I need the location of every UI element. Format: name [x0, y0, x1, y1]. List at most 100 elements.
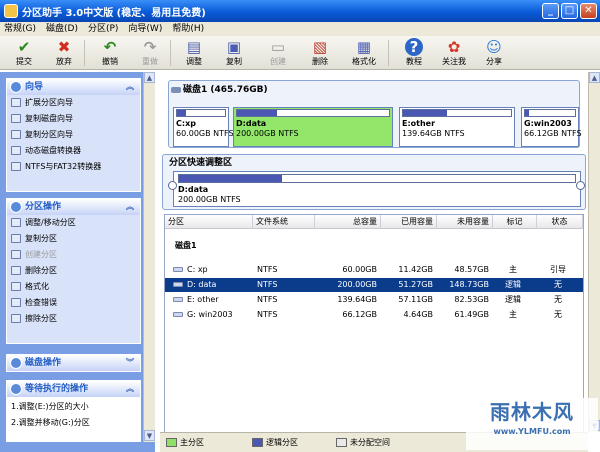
- col-total[interactable]: 总容量: [315, 215, 381, 229]
- sidebar-item-format[interactable]: 格式化: [7, 279, 140, 295]
- toolbar-label: 教程: [406, 57, 422, 66]
- partition-usage-bar: [176, 109, 226, 117]
- collapse-icon[interactable]: ︽: [126, 199, 134, 215]
- sidebar-item-copy-disk-wizard[interactable]: 复制磁盘向导: [7, 111, 140, 127]
- col-used[interactable]: 已用容量: [381, 215, 437, 229]
- partition-size: 200.00GB NTFS: [236, 129, 299, 138]
- scroll-up-icon[interactable]: ▲: [144, 72, 155, 83]
- pending-operation[interactable]: 2.调整并移动(G:)分区: [7, 415, 140, 431]
- partition-icon: [173, 312, 183, 317]
- sidebar-item-label: 扩展分区向导: [25, 98, 73, 107]
- partition-size: 60.00GB NTFS: [176, 129, 234, 138]
- toolbar-cross-button[interactable]: ✖ 放弃: [46, 38, 82, 68]
- collapse-icon[interactable]: ︽: [126, 381, 134, 397]
- scroll-down-icon[interactable]: ▼: [144, 430, 155, 441]
- pending-operation[interactable]: 1.调整(E:)分区的大小: [7, 399, 140, 415]
- disk-group-row: 磁盘1: [165, 239, 583, 253]
- toolbar-label: 放弃: [56, 57, 72, 66]
- create-partition-icon: [11, 250, 21, 259]
- partition-size: 139.64GB NTFS: [402, 129, 465, 138]
- sidebar-item-dynamic-disk[interactable]: 动态磁盘转换器: [7, 143, 140, 159]
- cell-status: 无: [554, 295, 562, 304]
- wizard-panel-header[interactable]: 向导 ︽: [7, 79, 140, 95]
- legend-item: 未分配空间: [336, 437, 390, 449]
- disk-map-partition[interactable]: C:xp 60.00GB NTFS: [173, 107, 234, 147]
- partition-ops-title: 分区操作: [25, 202, 62, 212]
- toolbar-label: 调整: [186, 57, 202, 66]
- partition-name: E:other: [402, 119, 436, 128]
- expand-icon[interactable]: ︾: [126, 355, 134, 371]
- left-resize-handle[interactable]: [168, 181, 177, 190]
- legend-label: 主分区: [180, 438, 204, 447]
- right-resize-handle[interactable]: [576, 181, 585, 190]
- sidebar-item-check-errors[interactable]: 检查错误: [7, 295, 140, 311]
- toolbar-label: 格式化: [352, 57, 376, 66]
- sidebar-item-resize-move[interactable]: 调整/移动分区: [7, 215, 140, 231]
- menu-disk[interactable]: 磁盘(D): [46, 22, 78, 36]
- sidebar-item-delete-partition[interactable]: 删除分区: [7, 263, 140, 279]
- toolbar-redo-button[interactable]: ↷ 重做: [132, 38, 168, 68]
- maximize-button[interactable]: □: [561, 3, 578, 19]
- toolbar-share-button[interactable]: ☺ 分享: [476, 38, 512, 68]
- menu-partition[interactable]: 分区(P): [88, 22, 118, 36]
- menu-help[interactable]: 帮助(H): [172, 22, 204, 36]
- partition-ops-header[interactable]: 分区操作 ︽: [7, 199, 140, 215]
- col-status[interactable]: 状态: [537, 215, 583, 229]
- sidebar-item-copy-partition-wizard[interactable]: 复制分区向导: [7, 127, 140, 143]
- cross-icon: ✖: [57, 38, 71, 56]
- dynamic-disk-icon: [11, 146, 21, 155]
- minimize-button[interactable]: _: [542, 3, 559, 19]
- close-button[interactable]: ✕: [580, 3, 597, 19]
- toolbar-help-button[interactable]: ? 教程: [396, 38, 432, 68]
- redo-icon: ↷: [143, 38, 157, 56]
- pending-ops-header[interactable]: 等待执行的操作 ︽: [7, 381, 140, 397]
- col-flag[interactable]: 标记: [493, 215, 537, 229]
- sidebar-item-label: NTFS与FAT32转换器: [25, 162, 102, 171]
- toolbar-create-disk-button[interactable]: ▭ 创建: [260, 38, 296, 68]
- window-title: 分区助手 3.0中文版 (稳定、易用且免费): [22, 8, 206, 19]
- toolbar-separator: [388, 40, 389, 66]
- sidebar-item-copy-partition[interactable]: 复制分区: [7, 231, 140, 247]
- toolbar-checkmark-button[interactable]: ✔ 提交: [6, 38, 42, 68]
- table-row[interactable]: G: win2003 NTFS 66.12GB 4.64GB 61.49GB 主 无: [165, 308, 583, 322]
- table-row[interactable]: D: data NTFS 200.00GB 51.27GB 148.73GB 逻辑 无: [165, 278, 583, 292]
- partition-ops-icon: [10, 201, 22, 213]
- legend-swatch: [252, 438, 263, 447]
- partition-name: G:win2003: [524, 119, 572, 128]
- right-scrollbar[interactable]: ▲ ▼: [588, 72, 600, 432]
- menu-wizard[interactable]: 向导(W): [128, 22, 162, 36]
- toolbar-resize-disk-button[interactable]: ▤ 调整: [176, 38, 212, 68]
- table-header: 分区 文件系统 总容量 已用容量 未用容量 标记 状态: [165, 215, 583, 229]
- left-scrollbar[interactable]: ▲ ▼: [143, 72, 155, 442]
- table-row[interactable]: E: other NTFS 139.64GB 57.11GB 82.53GB 逻辑 无: [165, 293, 583, 307]
- cell-used: 57.11GB: [398, 295, 433, 304]
- disk-map-partition[interactable]: E:other 139.64GB NTFS: [399, 107, 515, 147]
- disk-ops-header[interactable]: 磁盘操作 ︾: [7, 355, 140, 371]
- sidebar-item-create-partition[interactable]: 创建分区: [7, 247, 140, 263]
- sidebar-item-convert[interactable]: NTFS与FAT32转换器: [7, 159, 140, 175]
- collapse-icon[interactable]: ︽: [126, 79, 134, 95]
- sidebar-item-wipe-partition[interactable]: 擦除分区: [7, 311, 140, 327]
- disk-map-partition[interactable]: D:data 200.00GB NTFS: [233, 107, 393, 147]
- col-free[interactable]: 未用容量: [437, 215, 493, 229]
- disk-ops-panel: 磁盘操作 ︾: [6, 354, 141, 372]
- watermark: 雨林木风 www.YLMFU.com: [466, 398, 598, 450]
- scroll-up-icon[interactable]: ▲: [589, 72, 600, 83]
- table-row[interactable]: C: xp NTFS 60.00GB 11.42GB 48.57GB 主 引导: [165, 263, 583, 277]
- menu-general[interactable]: 常规(G): [4, 22, 36, 36]
- quick-adjust-area: 分区快速调整区 D:data 200.00GB NTFS: [162, 154, 586, 210]
- toolbar-copy-disk-button[interactable]: ▣ 复制: [216, 38, 252, 68]
- col-partition[interactable]: 分区: [165, 215, 253, 229]
- disk-map-partition[interactable]: G:win2003 66.12GB NTFS: [521, 107, 582, 147]
- format-icon: [11, 282, 21, 291]
- cell-flag: 逻辑: [505, 295, 521, 304]
- toolbar-undo-button[interactable]: ↶ 撤销: [92, 38, 128, 68]
- col-filesystem[interactable]: 文件系统: [253, 215, 315, 229]
- toolbar-delete-disk-button[interactable]: ▧ 删除: [302, 38, 338, 68]
- toolbar-format-disk-button[interactable]: ▦ 格式化: [346, 38, 382, 68]
- quick-adjust-partition[interactable]: D:data 200.00GB NTFS: [173, 171, 581, 207]
- sidebar-item-extend-wizard[interactable]: 扩展分区向导: [7, 95, 140, 111]
- sidebar-item-label: 检查错误: [25, 298, 57, 307]
- wizard-panel-title: 向导: [25, 82, 44, 92]
- toolbar-follow-button[interactable]: ✿ 关注我: [436, 38, 472, 68]
